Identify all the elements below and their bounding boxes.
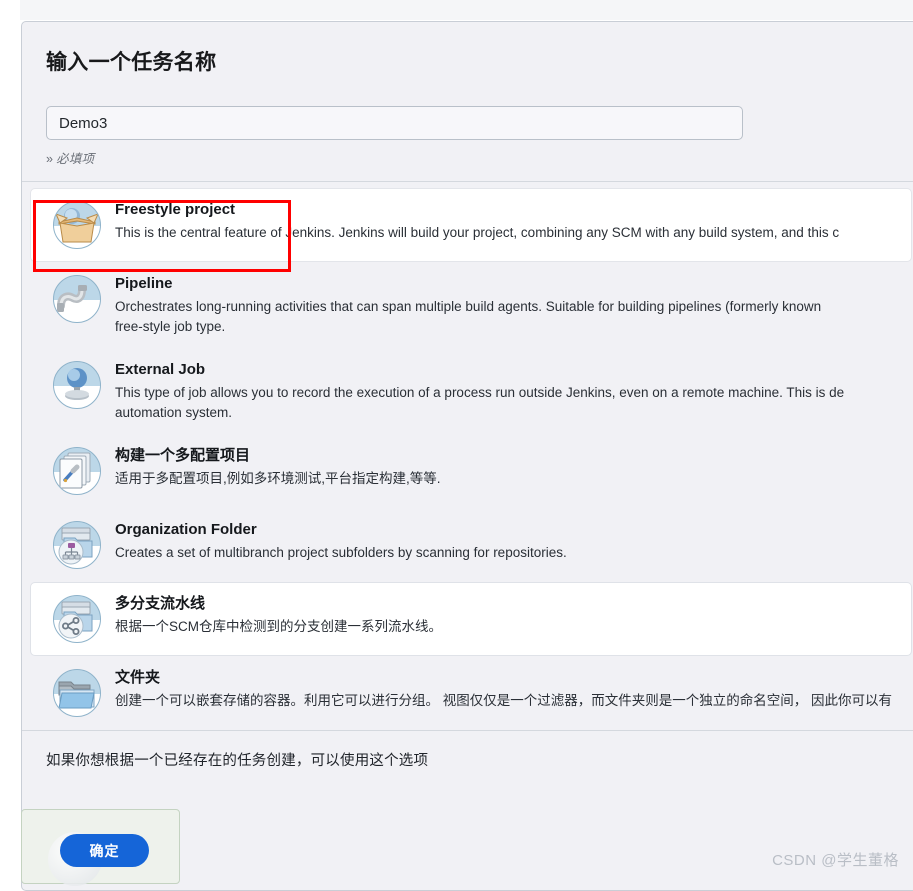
required-chevron-icon: » [46,152,54,166]
item-type-row[interactable]: 构建一个多配置项目适用于多配置项目,例如多环境测试,平台指定构建,等等. [30,434,912,508]
item-type-row[interactable]: Pipeline Orchestrates long-running activi… [30,262,912,348]
item-type-body: Pipeline Orchestrates long-running activi… [115,273,891,337]
item-type-title: External Job [115,361,206,378]
item-type-description: 根据一个SCM仓库中检测到的分支创建一系列流水线。 [115,619,442,634]
item-type-row[interactable]: 文件夹创建一个可以嵌套存储的容器。利用它可以进行分组。 视图仅仅是一个过滤器，而… [30,656,912,730]
organization-folder-icon [53,521,101,569]
item-type-title: Organization Folder [115,521,257,538]
external-job-icon [53,361,101,409]
floating-confirm-panel: 确定 [21,809,180,886]
item-type-body: Freestyle project This is the central fea… [115,199,891,243]
page-title: 输入一个任务名称 [46,51,217,74]
required-note: » 必填项 [46,148,896,167]
item-type-description: This type of job allows you to record th… [115,385,845,420]
item-type-row[interactable]: External Job This type of job allows you … [30,348,912,434]
item-type-row[interactable]: 多分支流水线根据一个SCM仓库中检测到的分支创建一系列流水线。 [30,582,912,656]
confirm-button[interactable]: 确定 [60,834,149,867]
item-type-body: Organization Folder Creates a set of mult… [115,519,891,563]
item-type-list: Freestyle project This is the central fea… [22,182,913,730]
item-name-input[interactable] [46,106,743,140]
item-type-description: Orchestrates long-running activities tha… [115,299,822,334]
item-type-title: 文件夹 [115,669,161,686]
item-type-description: Creates a set of multibranch project sub… [115,545,567,560]
csdn-watermark: CSDN @学生董格 [772,852,899,869]
multi-configuration-icon [53,447,101,495]
item-type-description: 适用于多配置项目,例如多环境测试,平台指定构建,等等. [115,471,441,486]
item-type-row[interactable]: Organization Folder Creates a set of mult… [30,508,912,582]
item-type-title: 构建一个多配置项目 [115,447,251,464]
new-item-card: 输入一个任务名称 »必填项 Freestyle project This is t… [21,21,913,891]
folder-icon [53,669,101,717]
required-note-label: 必填项 [56,152,95,166]
copy-from-note: 如果你想根据一个已经存在的任务创建，可以使用这个选项 [46,753,429,769]
item-type-description: 创建一个可以嵌套存储的容器。利用它可以进行分组。 视图仅仅是一个过滤器，而文件夹… [115,693,892,708]
pipeline-icon [53,275,101,323]
item-type-title: 多分支流水线 [115,595,206,612]
multibranch-pipeline-icon [53,595,101,643]
item-type-title: Freestyle project [115,201,236,218]
item-name-section: 输入一个任务名称 »必填项 [22,22,913,181]
left-gutter [0,0,20,884]
item-type-body: External Job This type of job allows you … [115,359,891,423]
freestyle-box-icon [53,201,101,249]
item-type-body: 文件夹创建一个可以嵌套存储的容器。利用它可以进行分组。 视图仅仅是一个过滤器，而… [115,667,892,711]
top-strip [0,0,913,20]
item-type-description: This is the central feature of Jenkins. … [115,225,840,240]
item-type-title: Pipeline [115,275,173,292]
item-type-body: 构建一个多配置项目适用于多配置项目,例如多环境测试,平台指定构建,等等. [115,445,891,489]
item-type-body: 多分支流水线根据一个SCM仓库中检测到的分支创建一系列流水线。 [115,593,891,637]
item-type-row[interactable]: Freestyle project This is the central fea… [30,188,912,262]
